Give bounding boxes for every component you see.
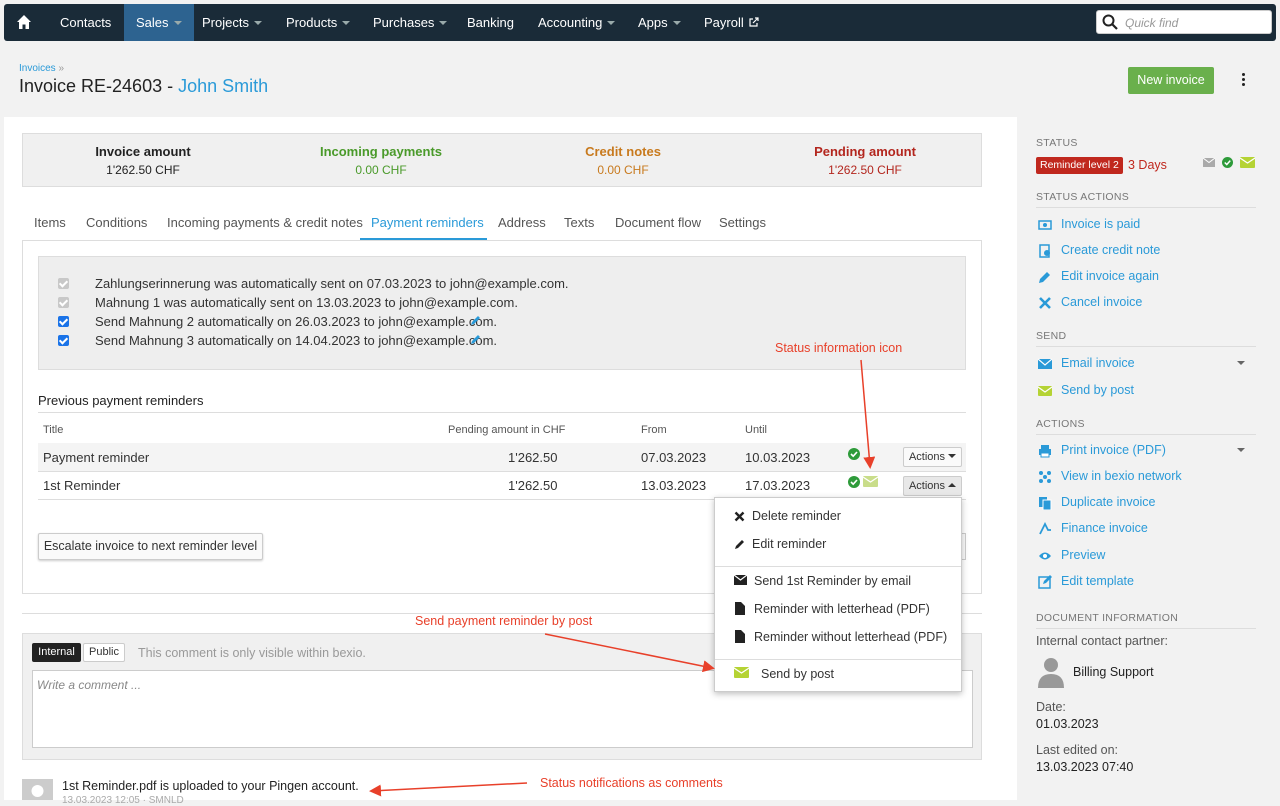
credit-note-icon <box>1039 244 1050 258</box>
money-icon <box>1038 220 1052 230</box>
actions-heading: ACTIONS <box>1036 418 1085 430</box>
edit-template-icon <box>1038 575 1052 589</box>
last-edited-label: Last edited on: <box>1036 743 1119 757</box>
send-heading: SEND <box>1036 330 1067 342</box>
action-create-credit-note[interactable]: Create credit note <box>1061 243 1160 257</box>
pencil-icon <box>1039 272 1050 283</box>
envelope-icon <box>1203 158 1215 167</box>
action-print-invoice[interactable]: Print invoice (PDF) <box>1061 443 1166 457</box>
action-finance-invoice[interactable]: Finance invoice <box>1061 521 1148 535</box>
contact-partner-name: Billing Support <box>1073 665 1154 679</box>
post-icon <box>1240 157 1255 168</box>
duplicate-icon <box>1039 497 1052 510</box>
status-badge: Reminder level 2 <box>1036 157 1123 174</box>
network-icon <box>1039 471 1051 483</box>
date-label: Date: <box>1036 700 1066 714</box>
action-edit-template[interactable]: Edit template <box>1061 574 1134 588</box>
action-view-network[interactable]: View in bexio network <box>1061 469 1182 483</box>
chevron-down-icon[interactable] <box>1237 361 1245 365</box>
last-edited-value: 13.03.2023 07:40 <box>1036 760 1134 774</box>
date-value: 01.03.2023 <box>1036 717 1099 731</box>
status-actions-heading: STATUS ACTIONS <box>1036 191 1130 203</box>
action-preview[interactable]: Preview <box>1061 548 1105 562</box>
divider <box>1036 207 1256 208</box>
action-invoice-paid[interactable]: Invoice is paid <box>1061 217 1140 231</box>
document-info-heading: DOCUMENT INFORMATION <box>1036 612 1179 624</box>
envelope-icon <box>1038 358 1052 369</box>
status-days: 3 Days <box>1128 158 1167 172</box>
action-cancel-invoice[interactable]: Cancel invoice <box>1061 295 1142 309</box>
divider <box>1036 434 1256 435</box>
send-email-invoice[interactable]: Email invoice <box>1061 356 1135 370</box>
post-icon <box>1038 386 1052 396</box>
print-icon <box>1039 445 1051 458</box>
contact-partner-label: Internal contact partner: <box>1036 634 1169 648</box>
action-edit-invoice[interactable]: Edit invoice again <box>1061 269 1159 283</box>
send-by-post[interactable]: Send by post <box>1061 383 1134 397</box>
user-avatar-icon <box>1038 658 1064 688</box>
status-ok-icon <box>1222 157 1233 168</box>
status-heading: STATUS <box>1036 137 1078 149</box>
close-icon <box>1039 297 1051 309</box>
finance-icon <box>1039 522 1051 535</box>
annotation-arrows <box>369 359 876 797</box>
action-duplicate-invoice[interactable]: Duplicate invoice <box>1061 495 1156 509</box>
divider <box>1036 628 1256 629</box>
divider <box>1036 346 1256 347</box>
eye-icon <box>1039 552 1051 560</box>
chevron-down-icon[interactable] <box>1237 448 1245 452</box>
